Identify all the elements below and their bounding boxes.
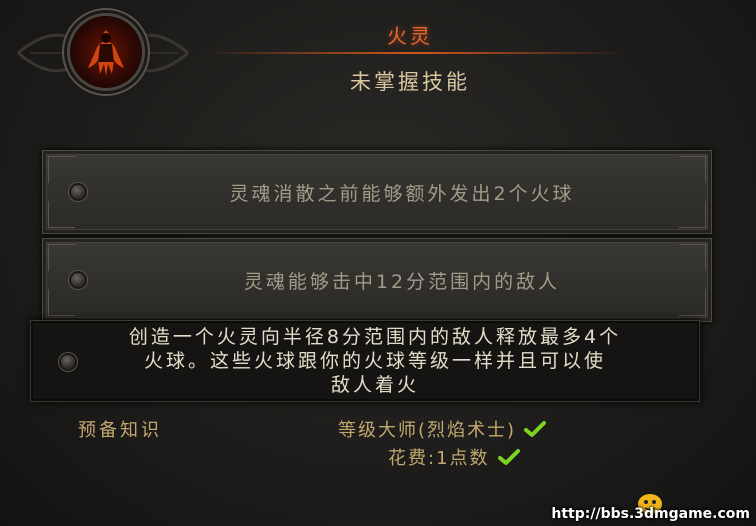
fire-spirit-skill-icon: [70, 16, 142, 88]
title-divider: [205, 52, 625, 54]
panel-corner: [679, 244, 706, 271]
cost-row: 花费:1点数: [388, 444, 520, 470]
rune-option-2[interactable]: 灵魂能够击中12分范围内的敌人: [42, 238, 712, 322]
panel-corner: [48, 289, 75, 316]
rune-radio-button[interactable]: [59, 353, 77, 371]
panel-corner: [48, 201, 75, 228]
skill-status: 未掌握技能: [350, 70, 470, 94]
requirement-row: 等级大师(烈焰术士): [338, 416, 547, 442]
panel-corner: [679, 289, 706, 316]
watermark-url: http://bbs.3dmgame.com: [551, 506, 750, 522]
checkmark-icon: [524, 421, 547, 437]
skill-description-tooltip[interactable]: 创造一个火灵向半径8分范围内的敌人释放最多4个 火球。这些火球跟你的火球等级一样…: [30, 320, 700, 402]
tooltip-line: 敌人着火: [330, 374, 419, 396]
rune-description: 灵魂能够击中12分范围内的敌人: [243, 271, 561, 293]
cost-text: 花费:1点数: [388, 448, 490, 469]
panel-corner: [679, 201, 706, 228]
rune-description: 灵魂消散之前能够额外发出2个火球: [229, 183, 575, 205]
rune-option-1[interactable]: 灵魂消散之前能够额外发出2个火球: [42, 150, 712, 234]
prerequisite-label: 预备知识: [78, 420, 162, 441]
panel-corner: [48, 244, 75, 271]
checkmark-icon: [497, 449, 520, 465]
rune-radio-button[interactable]: [69, 271, 87, 289]
panel-corner: [679, 156, 706, 183]
panel-corner: [48, 156, 75, 183]
tooltip-text: 创造一个火灵向半径8分范围内的敌人释放最多4个 火球。这些火球跟你的火球等级一样…: [91, 325, 659, 397]
skill-name: 火灵: [387, 24, 433, 48]
rune-radio-button[interactable]: [69, 183, 87, 201]
tooltip-line: 创造一个火灵向半径8分范围内的敌人释放最多4个: [128, 326, 622, 348]
tooltip-line: 火球。这些火球跟你的火球等级一样并且可以使: [143, 350, 606, 372]
requirement-text: 等级大师(烈焰术士): [338, 420, 517, 441]
